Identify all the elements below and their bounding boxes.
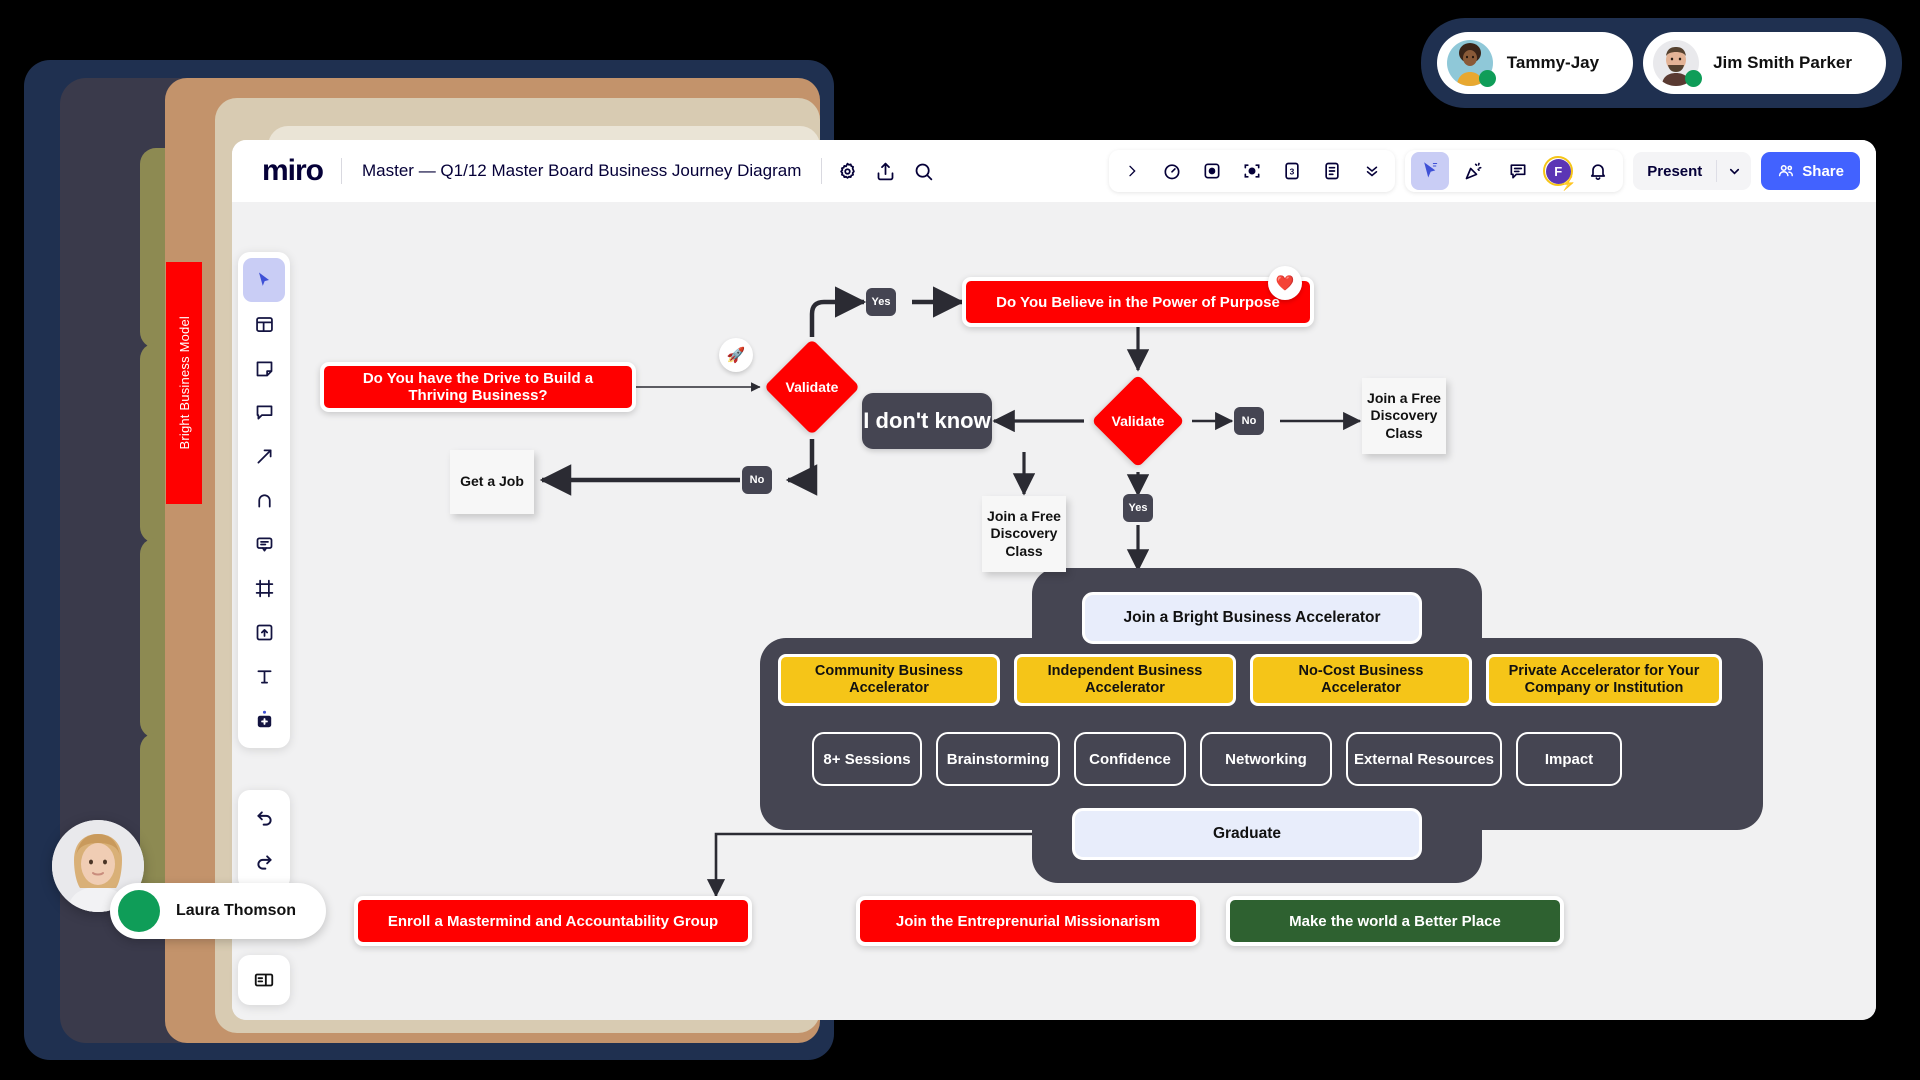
benefit-chip[interactable]: Confidence <box>1074 732 1186 786</box>
status-dot-online <box>118 890 160 932</box>
edge-label-yes-2: Yes <box>1123 494 1153 522</box>
avatar <box>1446 40 1496 87</box>
present-button[interactable]: Present <box>1633 163 1716 180</box>
benefit-chip[interactable]: External Resources <box>1346 732 1502 786</box>
screenshot-root: Bright Business Model miro Master — Q1/1… <box>0 0 1920 1080</box>
sticky-note-tool[interactable] <box>243 346 285 390</box>
board-canvas[interactable]: 🚀 ❤️ Do You have the Drive to Build a Th… <box>232 202 1876 1020</box>
collaborator-name: Tammy-Jay <box>1506 53 1600 72</box>
header-divider <box>821 158 823 184</box>
redo-button[interactable] <box>243 840 285 884</box>
comment-tool[interactable] <box>243 390 285 434</box>
node-join-accelerator[interactable]: Join a Bright Business Accelerator <box>1082 592 1422 644</box>
comment-icon[interactable] <box>1499 152 1537 190</box>
cursor-tool[interactable] <box>243 258 285 302</box>
chevron-right-icon[interactable] <box>1113 152 1151 190</box>
miro-app-window: miro Master — Q1/12 Master Board Busines… <box>232 140 1876 1020</box>
pen-tool[interactable] <box>243 478 285 522</box>
current-user-card[interactable]: Laura Thomson <box>110 883 327 939</box>
header-right-cluster: 3 F ⚡ Present Share <box>1109 140 1860 202</box>
video-chat-icon[interactable] <box>1193 152 1231 190</box>
share-upload-icon[interactable] <box>866 152 904 190</box>
undo-button[interactable] <box>243 796 285 840</box>
chevron-down-icon[interactable] <box>1717 164 1751 179</box>
search-icon[interactable] <box>904 152 942 190</box>
node-drive[interactable]: Do You have the Drive to Build a Thrivin… <box>320 362 636 412</box>
node-i-dont-know[interactable]: I don't know <box>862 393 992 449</box>
notes-icon[interactable] <box>1313 152 1351 190</box>
accelerator-card[interactable]: Independent Business Accelerator <box>1014 654 1236 706</box>
header-divider <box>341 158 343 184</box>
present-control: Present <box>1633 152 1752 190</box>
collaborator-list: Tammy-Jay Jim Smith Parker <box>1420 18 1902 108</box>
accelerator-card[interactable]: Community Business Accelerator <box>778 654 1000 706</box>
board-title[interactable]: Master — Q1/12 Master Board Business Jou… <box>348 161 815 181</box>
node-validate-2-label: Validate <box>1111 413 1165 429</box>
gear-icon[interactable] <box>828 152 866 190</box>
cursor-select-icon[interactable] <box>1411 152 1450 190</box>
bright-business-model-tab-label: Bright Business Model <box>176 316 192 450</box>
more-apps-tool[interactable] <box>243 698 285 742</box>
node-power-of-purpose[interactable]: Do You Believe in the Power of Purpose <box>962 277 1314 327</box>
text-tool[interactable] <box>243 654 285 698</box>
node-free-discovery-class-right[interactable]: Join a Free Discovery Class <box>1362 378 1446 454</box>
current-user-name: Laura Thomson <box>176 902 297 919</box>
attention-icon[interactable] <box>1233 152 1271 190</box>
collab-tools-group: 3 <box>1109 150 1396 192</box>
favorite-user-avatar[interactable]: F ⚡ <box>1543 156 1576 190</box>
share-button-label: Share <box>1802 162 1844 180</box>
node-graduate[interactable]: Graduate <box>1072 808 1422 860</box>
benefit-chip[interactable]: Networking <box>1200 732 1332 786</box>
accelerator-card[interactable]: No-Cost Business Accelerator <box>1250 654 1472 706</box>
app-header: miro Master — Q1/12 Master Board Busines… <box>232 140 1876 202</box>
avatar <box>1653 40 1703 87</box>
panel-toggle-button[interactable] <box>238 955 290 1005</box>
celebrate-icon[interactable] <box>1455 152 1493 190</box>
miro-logo[interactable]: miro <box>248 156 335 186</box>
edge-label-no-1: No <box>742 466 772 494</box>
frame-tool[interactable] <box>243 566 285 610</box>
node-join-missionarism[interactable]: Join the Entreprenurial Missionarism <box>856 896 1200 946</box>
status-dot-online <box>1685 70 1703 87</box>
primary-tools-group: F ⚡ <box>1405 150 1624 192</box>
heart-icon: ❤️ <box>1268 266 1302 300</box>
panel-toggle-icon <box>254 973 274 987</box>
node-enroll-mastermind[interactable]: Enroll a Mastermind and Accountability G… <box>354 896 752 946</box>
collaborator-card[interactable]: Jim Smith Parker <box>1643 32 1886 94</box>
notifications-bell-icon[interactable] <box>1579 152 1617 190</box>
status-dot-online <box>1478 70 1496 87</box>
benefit-chip[interactable]: Impact <box>1516 732 1622 786</box>
chevron-double-down-icon[interactable] <box>1353 152 1391 190</box>
accelerator-card[interactable]: Private Accelerator for Your Company or … <box>1486 654 1722 706</box>
collaborator-name: Jim Smith Parker <box>1713 53 1852 72</box>
rocket-icon: 🚀 <box>719 338 753 372</box>
benefit-chip[interactable]: 8+ Sessions <box>812 732 922 786</box>
upload-tool[interactable] <box>243 610 285 654</box>
history-rail <box>238 790 290 890</box>
node-better-place[interactable]: Make the world a Better Place <box>1226 896 1564 946</box>
edge-label-yes-1: Yes <box>866 288 896 316</box>
benefit-chip[interactable]: Brainstorming <box>936 732 1060 786</box>
bolt-icon: ⚡ <box>1560 176 1577 191</box>
share-button[interactable]: Share <box>1761 152 1860 190</box>
edge-label-no-2: No <box>1234 407 1264 435</box>
templates-tool[interactable] <box>243 302 285 346</box>
left-tool-rail <box>238 252 290 748</box>
node-free-discovery-class-left[interactable]: Join a Free Discovery Class <box>982 496 1066 572</box>
people-icon <box>1779 165 1794 177</box>
node-get-a-job[interactable]: Get a Job <box>450 450 534 514</box>
arrow-tool[interactable] <box>243 434 285 478</box>
svg-text:3: 3 <box>1290 166 1295 176</box>
text-comment-tool[interactable] <box>243 522 285 566</box>
timer-icon[interactable] <box>1153 152 1191 190</box>
voting-icon[interactable]: 3 <box>1273 152 1311 190</box>
bright-business-model-tab[interactable]: Bright Business Model <box>166 262 202 504</box>
node-validate-1-label: Validate <box>785 379 839 395</box>
collaborator-card[interactable]: Tammy-Jay <box>1436 32 1634 94</box>
